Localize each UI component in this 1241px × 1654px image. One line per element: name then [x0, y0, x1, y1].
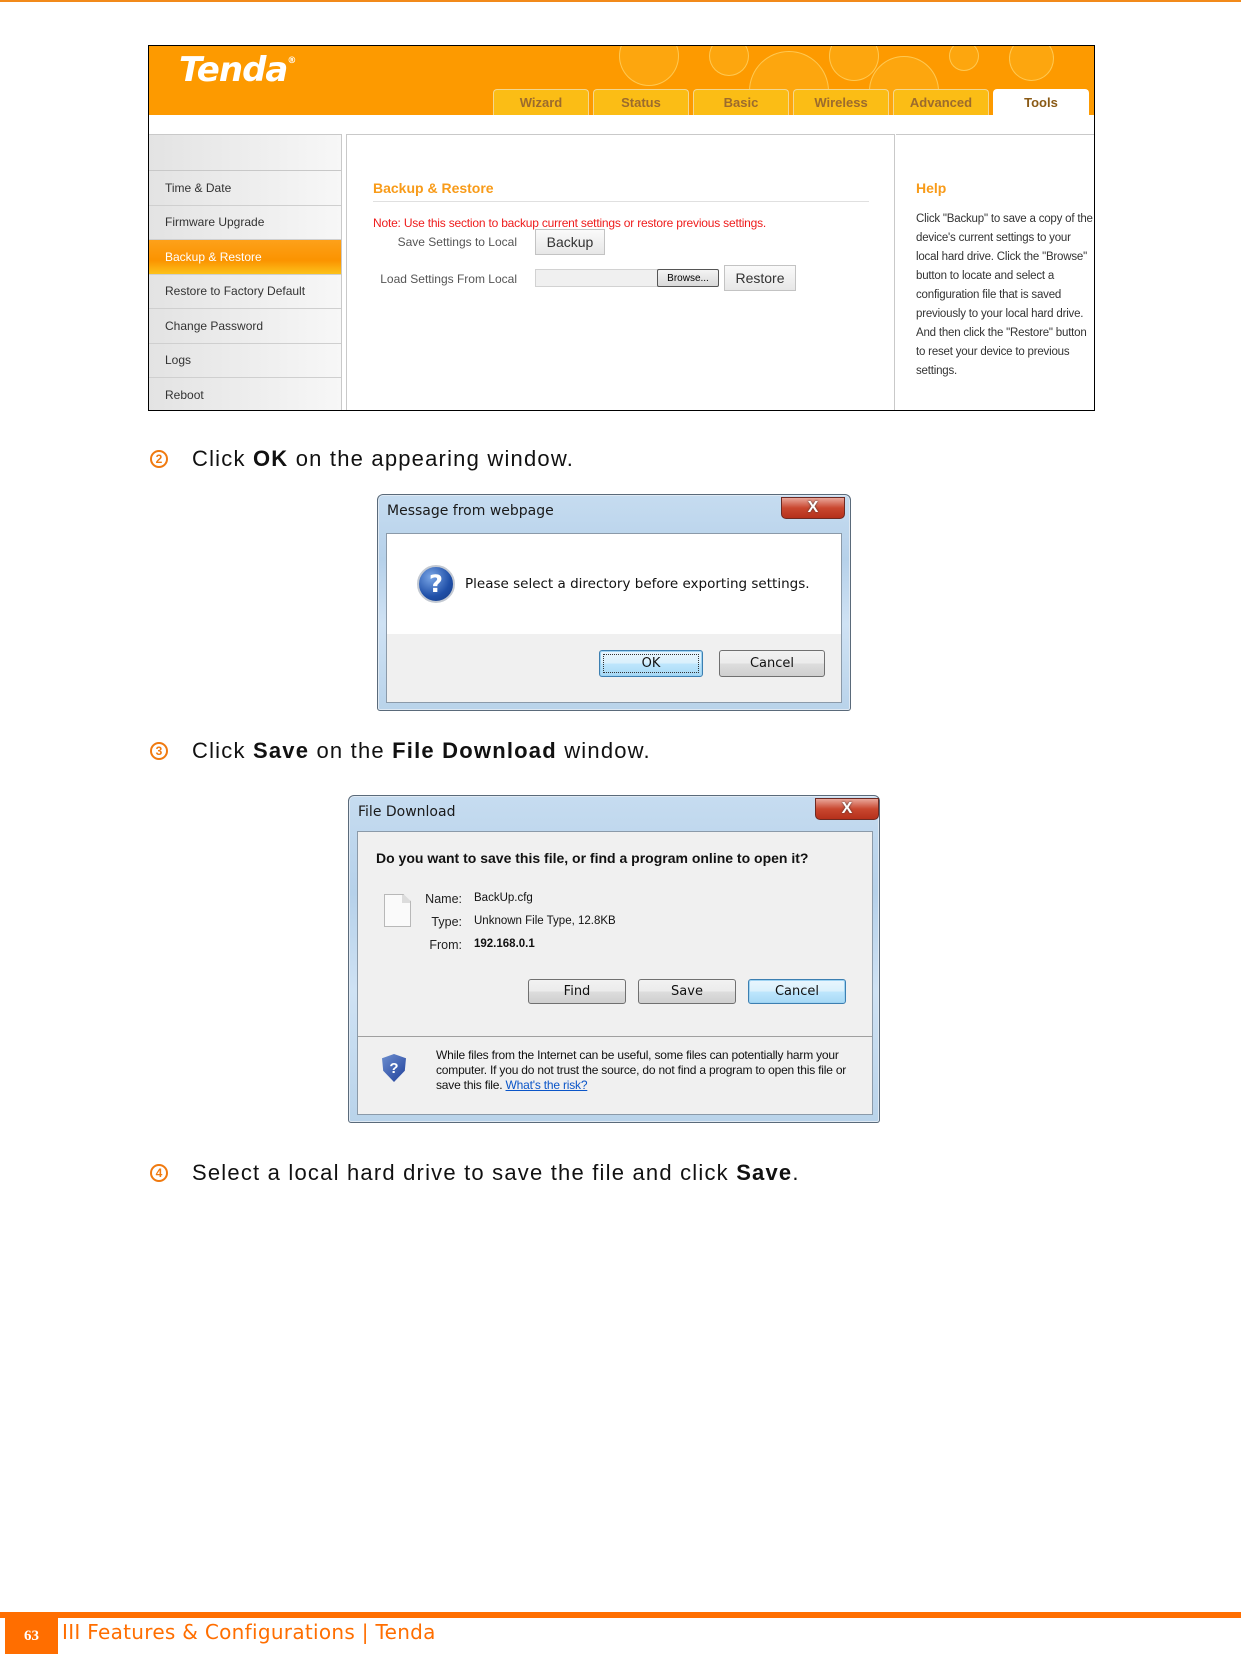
page-top-rule — [0, 0, 1241, 2]
close-button[interactable]: X — [781, 497, 845, 519]
step-emphasis: File Download — [392, 738, 557, 763]
cancel-button[interactable]: Cancel — [748, 979, 846, 1004]
tab-tools[interactable]: Tools — [993, 89, 1089, 115]
dialog-body: ? Please select a directory before expor… — [386, 533, 842, 703]
help-panel: Help Click "Backup" to save a copy of th… — [896, 134, 1094, 410]
sidebar-item-time-date[interactable]: Time & Date — [149, 171, 341, 206]
sidebar-item-logs[interactable]: Logs — [149, 344, 341, 378]
close-icon: X — [841, 800, 853, 817]
step-text: Select a local hard drive to save the fi… — [192, 1160, 800, 1186]
from-label: From: — [429, 938, 462, 952]
tenda-logo: Tenda® — [179, 50, 296, 90]
step-text-segment: Click — [192, 738, 253, 763]
tab-advanced[interactable]: Advanced — [893, 89, 989, 115]
close-button[interactable]: X — [815, 798, 879, 820]
footer-rule — [0, 1612, 1241, 1618]
question-icon: ? — [417, 565, 455, 603]
step-emphasis: Save — [736, 1160, 793, 1185]
help-title: Help — [916, 180, 947, 196]
sidebar-item-restore-to-factory-default[interactable]: Restore to Factory Default — [149, 275, 341, 309]
sidebar-item-change-password[interactable]: Change Password — [149, 309, 341, 344]
dialog-body: Do you want to save this file, or find a… — [357, 831, 873, 1115]
step-text-segment: Click — [192, 446, 253, 471]
help-text: Click "Backup" to save a copy of the dev… — [916, 213, 1093, 377]
dialog-button-bar: OK Cancel — [387, 634, 841, 702]
dialog-message: Please select a directory before exporti… — [465, 576, 810, 592]
tab-wireless[interactable]: Wireless — [793, 89, 889, 115]
registered-mark: ® — [287, 56, 296, 66]
sidebar-header — [149, 135, 341, 171]
name-label: Name: — [425, 892, 462, 906]
security-warning: While files from the Internet can be use… — [436, 1048, 856, 1093]
sidebar: Time & Date Firmware Upgrade Backup & Rest… — [149, 134, 342, 410]
step-emphasis: OK — [252, 446, 289, 471]
dialog-divider — [358, 1036, 872, 1037]
step-number-icon: 4 — [150, 1164, 168, 1182]
name-value: BackUp.cfg — [474, 892, 533, 904]
step-text: Click OK on the appearing window. — [192, 446, 574, 472]
file-from-row: From: 192.168.0.1 — [402, 938, 535, 952]
router-web-ui-screenshot: Tenda® Wizard Status Basic Wireless Advanced… — [148, 45, 1095, 411]
save-button[interactable]: Save — [638, 979, 736, 1004]
main-tabs: Wizard Status Basic Wireless Advanced Tools — [493, 89, 1089, 115]
from-value: 192.168.0.1 — [474, 938, 535, 950]
sidebar-item-firmware-upgrade[interactable]: Firmware Upgrade — [149, 206, 341, 240]
section-divider — [373, 201, 869, 202]
header-spacer — [149, 115, 1094, 134]
restore-button[interactable]: Restore — [724, 265, 796, 291]
step-number-icon: 2 — [150, 450, 168, 468]
save-settings-label: Save Settings to Local — [397, 235, 517, 249]
whats-the-risk-link[interactable]: What's the risk? — [506, 1078, 588, 1092]
page-number: 63 — [3, 1618, 58, 1654]
logo-text: Tenda — [179, 50, 288, 90]
browse-button[interactable]: Browse... — [657, 269, 719, 287]
backup-button[interactable]: Backup — [535, 229, 605, 255]
step-4: 4 Select a local hard drive to save the f… — [150, 1160, 800, 1186]
file-name-row: Name: BackUp.cfg — [402, 892, 533, 906]
step-3: 3 Click Save on the File Download window. — [150, 738, 651, 764]
find-button[interactable]: Find — [528, 979, 626, 1004]
dialog-title: File Download — [358, 804, 456, 820]
close-icon: X — [807, 499, 819, 516]
tab-basic[interactable]: Basic — [693, 89, 789, 115]
router-header: Tenda® Wizard Status Basic Wireless Advanced… — [149, 46, 1094, 115]
decor-bubble — [949, 46, 979, 71]
file-path-input[interactable] — [535, 269, 660, 287]
decor-bubble — [619, 46, 679, 86]
step-text: Click Save on the File Download window. — [192, 738, 651, 764]
step-emphasis: Save — [252, 738, 310, 763]
warning-text: While files from the Internet can be use… — [436, 1048, 847, 1092]
step-number-icon: 3 — [150, 742, 168, 760]
step-text-segment: on the — [309, 738, 393, 763]
cancel-button[interactable]: Cancel — [719, 650, 825, 677]
section-title: Backup & Restore — [373, 180, 494, 196]
content-panel: Backup & Restore Note: Use this section … — [346, 134, 895, 410]
step-text-segment: . — [792, 1160, 800, 1185]
file-type-row: Type: Unknown File Type, 12.8KB — [402, 915, 616, 929]
type-label: Type: — [431, 915, 462, 929]
ok-button[interactable]: OK — [599, 650, 703, 677]
step-text-segment: on the appearing window. — [288, 446, 575, 471]
step-text-segment: Select a local hard drive to save the fi… — [192, 1160, 737, 1185]
file-download-dialog: File Download X Do you want to save this… — [348, 795, 880, 1123]
footer-title: III Features & Configurations | Tenda — [62, 1620, 436, 1644]
load-settings-label: Load Settings From Local — [380, 272, 517, 286]
dialog-title: Message from webpage — [387, 503, 554, 519]
type-value: Unknown File Type, 12.8KB — [474, 915, 616, 927]
download-question: Do you want to save this file, or find a… — [376, 850, 809, 866]
security-shield-icon: ? — [382, 1054, 406, 1082]
step-text-segment: window. — [556, 738, 651, 763]
decor-bubble — [1009, 46, 1054, 81]
message-dialog: Message from webpage X ? Please select a… — [377, 494, 851, 711]
decor-bubble — [709, 46, 749, 76]
tab-wizard[interactable]: Wizard — [493, 89, 589, 115]
note-text: Note: Use this section to backup current… — [373, 216, 767, 230]
tab-status[interactable]: Status — [593, 89, 689, 115]
sidebar-item-backup-restore[interactable]: Backup & Restore — [149, 240, 341, 275]
sidebar-item-reboot[interactable]: Reboot — [149, 378, 341, 410]
step-2: 2 Click OK on the appearing window. — [150, 446, 574, 472]
